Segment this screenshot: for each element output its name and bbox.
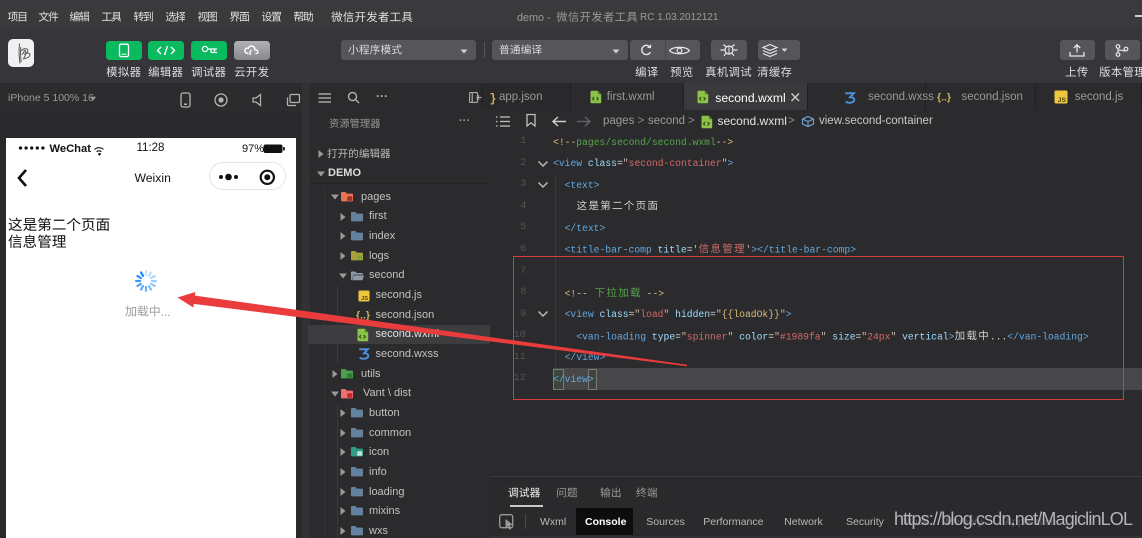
svg-text:JS: JS	[1058, 97, 1067, 104]
svg-text:}: }	[490, 93, 497, 105]
svg-text:{..}: {..}	[356, 309, 370, 321]
svg-text:{..}: {..}	[937, 92, 951, 104]
svg-text:JS: JS	[361, 296, 368, 302]
